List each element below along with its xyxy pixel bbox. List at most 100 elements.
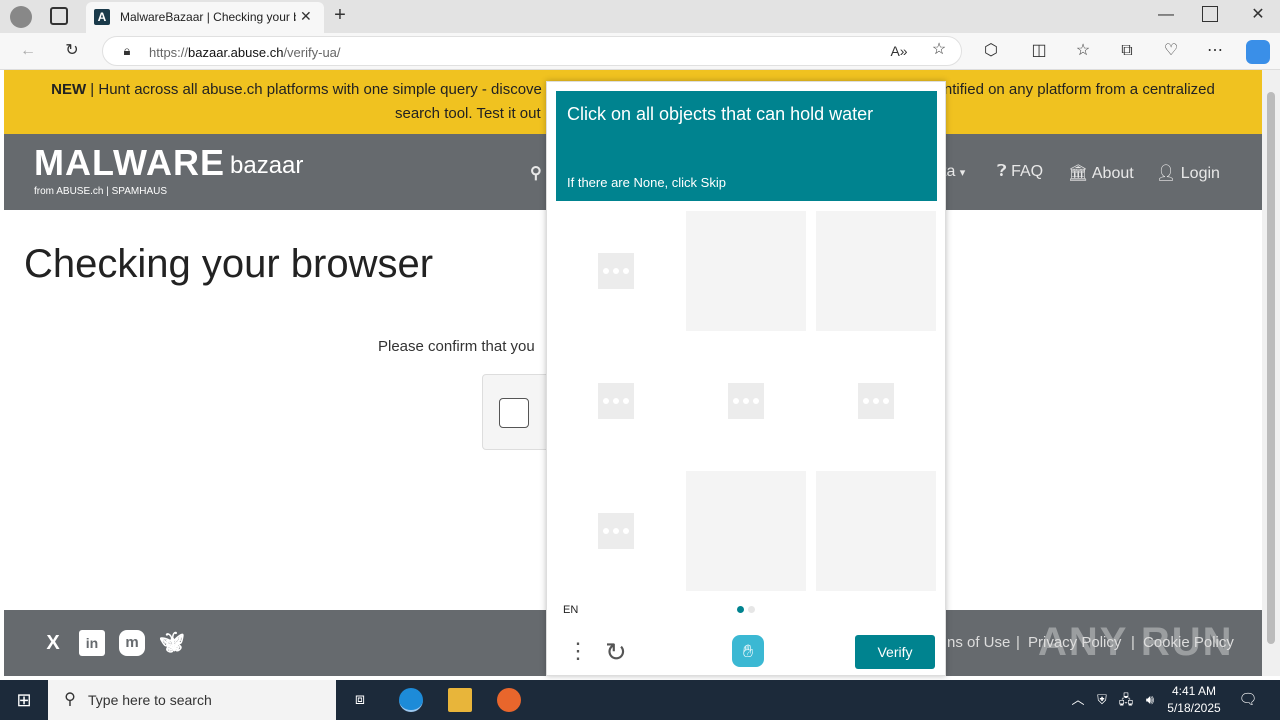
collections-icon[interactable]: ⧉ bbox=[1116, 41, 1138, 61]
page-scrollbar[interactable] bbox=[1262, 70, 1280, 676]
building-icon: 🏛︎ bbox=[1068, 165, 1089, 182]
loading-icon bbox=[728, 383, 764, 419]
captcha-prompt: Click on all objects that can hold water bbox=[567, 104, 874, 124]
new-tab-icon[interactable]: + bbox=[330, 5, 350, 25]
active-tab[interactable]: A MalwareBazaar | Checking your b ✕ bbox=[86, 2, 324, 33]
page-title: Checking your browser bbox=[24, 242, 434, 286]
volume-icon[interactable]: 🔊︎ bbox=[1138, 688, 1162, 712]
close-tab-icon[interactable]: ✕ bbox=[300, 8, 312, 25]
windows-start-icon[interactable]: ⊞ bbox=[12, 688, 36, 712]
user-icon: 👤︎ bbox=[1156, 165, 1177, 182]
terms-link[interactable]: ns of Use bbox=[947, 634, 1010, 651]
captcha-tile-8[interactable] bbox=[686, 471, 806, 591]
tab-title: MalwareBazaar | Checking your b bbox=[120, 10, 296, 24]
edge-taskbar-icon[interactable] bbox=[399, 688, 423, 712]
favorite-star-icon[interactable]: ☆ bbox=[929, 40, 949, 60]
system-clock[interactable]: 4:41 AM 5/18/2025 bbox=[1160, 683, 1228, 717]
nav-item-about-label: About bbox=[1091, 165, 1134, 182]
malwarebazaar-favicon-icon: A bbox=[94, 9, 110, 25]
captcha-tile-2[interactable] bbox=[686, 211, 806, 331]
windows-taskbar: ⊞ ⚲ Type here to search ⧈ ︿ ⛨ 🖧︎ 🔊︎ 4:41… bbox=[0, 680, 1280, 720]
caret-down-icon: ▾ bbox=[959, 167, 966, 179]
firefox-icon[interactable] bbox=[497, 688, 521, 712]
question-circle-icon: ❓︎ bbox=[997, 163, 1007, 180]
security-icon[interactable]: ⛨ bbox=[1090, 688, 1114, 712]
more-options-icon[interactable]: ⋯ bbox=[1204, 41, 1226, 61]
cookie-link[interactable]: Cookie Policy bbox=[1143, 634, 1234, 651]
back-icon[interactable]: ← bbox=[18, 41, 38, 61]
loading-icon bbox=[598, 253, 634, 289]
lock-icon[interactable]: 🔒︎ bbox=[119, 41, 135, 61]
split-screen-icon[interactable]: ◫ bbox=[1028, 41, 1050, 61]
search-icon[interactable]: ⚲ bbox=[530, 163, 542, 183]
captcha-checkbox[interactable] bbox=[499, 398, 529, 428]
banner-new-label: NEW bbox=[51, 81, 87, 98]
chevron-up-icon[interactable]: ︿ bbox=[1066, 688, 1090, 712]
captcha-tile-6[interactable] bbox=[816, 341, 936, 461]
network-icon[interactable]: 🖧︎ bbox=[1114, 688, 1138, 712]
screen: A MalwareBazaar | Checking your b ✕ + — … bbox=[0, 0, 1280, 720]
browser-essentials-icon[interactable]: ♡ bbox=[1160, 41, 1182, 61]
page-dot bbox=[748, 606, 755, 613]
captcha-tile-9[interactable] bbox=[816, 471, 936, 591]
captcha-menu-icon[interactable]: ⋮ bbox=[567, 640, 589, 662]
nav-item-login[interactable]: 👤︎ Login bbox=[1156, 163, 1220, 183]
verify-button[interactable]: Verify bbox=[855, 635, 935, 669]
confirm-text: Please confirm that you bbox=[378, 338, 535, 355]
url-text: https://bazaar.abuse.ch/verify-ua/ bbox=[149, 45, 341, 60]
copilot-icon[interactable] bbox=[1246, 40, 1270, 64]
page-dot-active bbox=[737, 606, 744, 613]
hcaptcha-logo-icon[interactable]: ✋︎ bbox=[732, 635, 764, 667]
logo-malware[interactable]: MALWARE bbox=[34, 142, 225, 184]
scroll-thumb[interactable] bbox=[1267, 92, 1275, 644]
taskbar-search[interactable]: ⚲ Type here to search bbox=[48, 680, 336, 720]
footer-separator: | bbox=[1016, 634, 1020, 651]
language-selector[interactable]: EN bbox=[563, 604, 578, 616]
favorites-icon[interactable]: ☆ bbox=[1072, 41, 1094, 61]
captcha-hint: If there are None, click Skip bbox=[567, 175, 726, 190]
linkedin-icon[interactable]: in bbox=[79, 630, 105, 656]
loading-icon bbox=[598, 383, 634, 419]
browser-tab-bar: A MalwareBazaar | Checking your b ✕ + — … bbox=[0, 0, 1280, 33]
clock-date: 5/18/2025 bbox=[1167, 701, 1221, 715]
mastodon-icon[interactable]: m bbox=[119, 630, 145, 656]
extensions-icon[interactable]: ⬡ bbox=[980, 41, 1002, 61]
banner-text-left: | Hunt across all abuse.ch platforms wit… bbox=[86, 81, 542, 98]
banner-line2: search tool. Test it out bbox=[395, 105, 541, 122]
url-bar[interactable]: 🔒︎ https://bazaar.abuse.ch/verify-ua/ A»… bbox=[102, 36, 962, 66]
close-window-icon[interactable]: ✕ bbox=[1248, 5, 1268, 25]
file-explorer-icon[interactable] bbox=[448, 688, 472, 712]
x-twitter-icon[interactable]: X bbox=[40, 630, 66, 656]
captcha-tile-7[interactable] bbox=[556, 471, 676, 591]
captcha-refresh-icon[interactable]: ↻ bbox=[605, 637, 627, 668]
read-aloud-icon[interactable]: A» bbox=[889, 41, 909, 61]
task-view-icon[interactable]: ⧈ bbox=[348, 688, 372, 712]
loading-icon bbox=[598, 513, 634, 549]
bluesky-icon[interactable]: 🦋︎ bbox=[159, 630, 185, 656]
profile-icon[interactable] bbox=[10, 6, 32, 28]
tab-actions-icon[interactable] bbox=[50, 7, 68, 25]
logo-bazaar[interactable]: bazaar bbox=[230, 152, 303, 180]
captcha-checkbox-widget bbox=[482, 374, 552, 450]
nav-item-faq[interactable]: ❓︎ FAQ bbox=[997, 163, 1043, 181]
restore-icon[interactable] bbox=[1202, 6, 1218, 22]
notifications-icon[interactable]: 🗨︎ bbox=[1236, 688, 1260, 712]
nav-item-about[interactable]: 🏛︎ About bbox=[1068, 163, 1134, 183]
captcha-tile-4[interactable] bbox=[556, 341, 676, 461]
address-toolbar: ← ↻ 🔒︎ https://bazaar.abuse.ch/verify-ua… bbox=[0, 33, 1280, 70]
nav-item-faq-label: FAQ bbox=[1011, 163, 1044, 180]
refresh-icon[interactable]: ↻ bbox=[62, 41, 82, 61]
url-path: /verify-ua/ bbox=[283, 45, 341, 60]
loading-icon bbox=[858, 383, 894, 419]
captcha-tile-5[interactable] bbox=[686, 341, 806, 461]
captcha-header: Click on all objects that can hold water… bbox=[556, 91, 937, 201]
taskbar-search-placeholder: Type here to search bbox=[88, 692, 212, 708]
captcha-tile-1[interactable] bbox=[556, 211, 676, 331]
footer-separator: | bbox=[1131, 634, 1135, 651]
clock-time: 4:41 AM bbox=[1171, 684, 1217, 698]
minimize-icon[interactable]: — bbox=[1156, 5, 1176, 25]
privacy-link[interactable]: Privacy Policy bbox=[1028, 634, 1121, 651]
search-icon: ⚲ bbox=[64, 691, 76, 708]
logo-from: from ABUSE.ch | SPAMHAUS bbox=[34, 186, 168, 197]
captcha-tile-3[interactable] bbox=[816, 211, 936, 331]
